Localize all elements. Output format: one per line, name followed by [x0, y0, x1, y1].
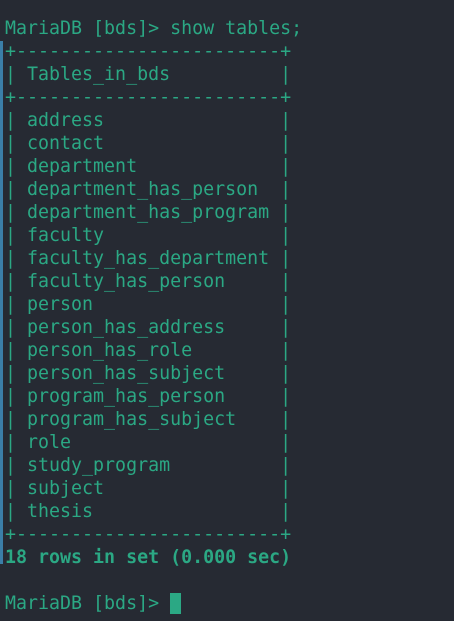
table-border-top: +------------------------+: [5, 41, 292, 62]
table-row: | program_has_subject |: [5, 409, 292, 430]
table-row: | subject |: [5, 478, 292, 499]
table-row: | program_has_person |: [5, 386, 292, 407]
table-row: | faculty |: [5, 225, 292, 246]
output-scroll-marker: [0, 41, 3, 564]
table-row: | role |: [5, 432, 292, 453]
table-row: | department_has_program |: [5, 202, 292, 223]
table-row: | faculty_has_person |: [5, 271, 292, 292]
table-row: | study_program |: [5, 455, 292, 476]
table-row: | person_has_subject |: [5, 363, 292, 384]
text-cursor: [170, 593, 181, 614]
table-border-bottom: +------------------------+: [5, 524, 292, 545]
table-row: | address |: [5, 110, 292, 131]
table-row: | person_has_address |: [5, 317, 292, 338]
table-row: | contact |: [5, 133, 292, 154]
terminal-window[interactable]: MariaDB [bds]> show tables; +-----------…: [0, 0, 454, 621]
table-row: | thesis |: [5, 501, 292, 522]
table-row: | person_has_role |: [5, 340, 292, 361]
command-line: MariaDB [bds]> show tables;: [5, 18, 303, 39]
table-header-row: | Tables_in_bds |: [5, 64, 292, 85]
table-row: | faculty_has_department |: [5, 248, 292, 269]
table-row: | department_has_person |: [5, 179, 292, 200]
table-border-mid: +------------------------+: [5, 87, 292, 108]
prompt-line[interactable]: MariaDB [bds]>: [5, 592, 170, 615]
table-row: | department |: [5, 156, 292, 177]
result-summary: 18 rows in set (0.000 sec): [5, 547, 292, 568]
table-row: | person |: [5, 294, 292, 315]
